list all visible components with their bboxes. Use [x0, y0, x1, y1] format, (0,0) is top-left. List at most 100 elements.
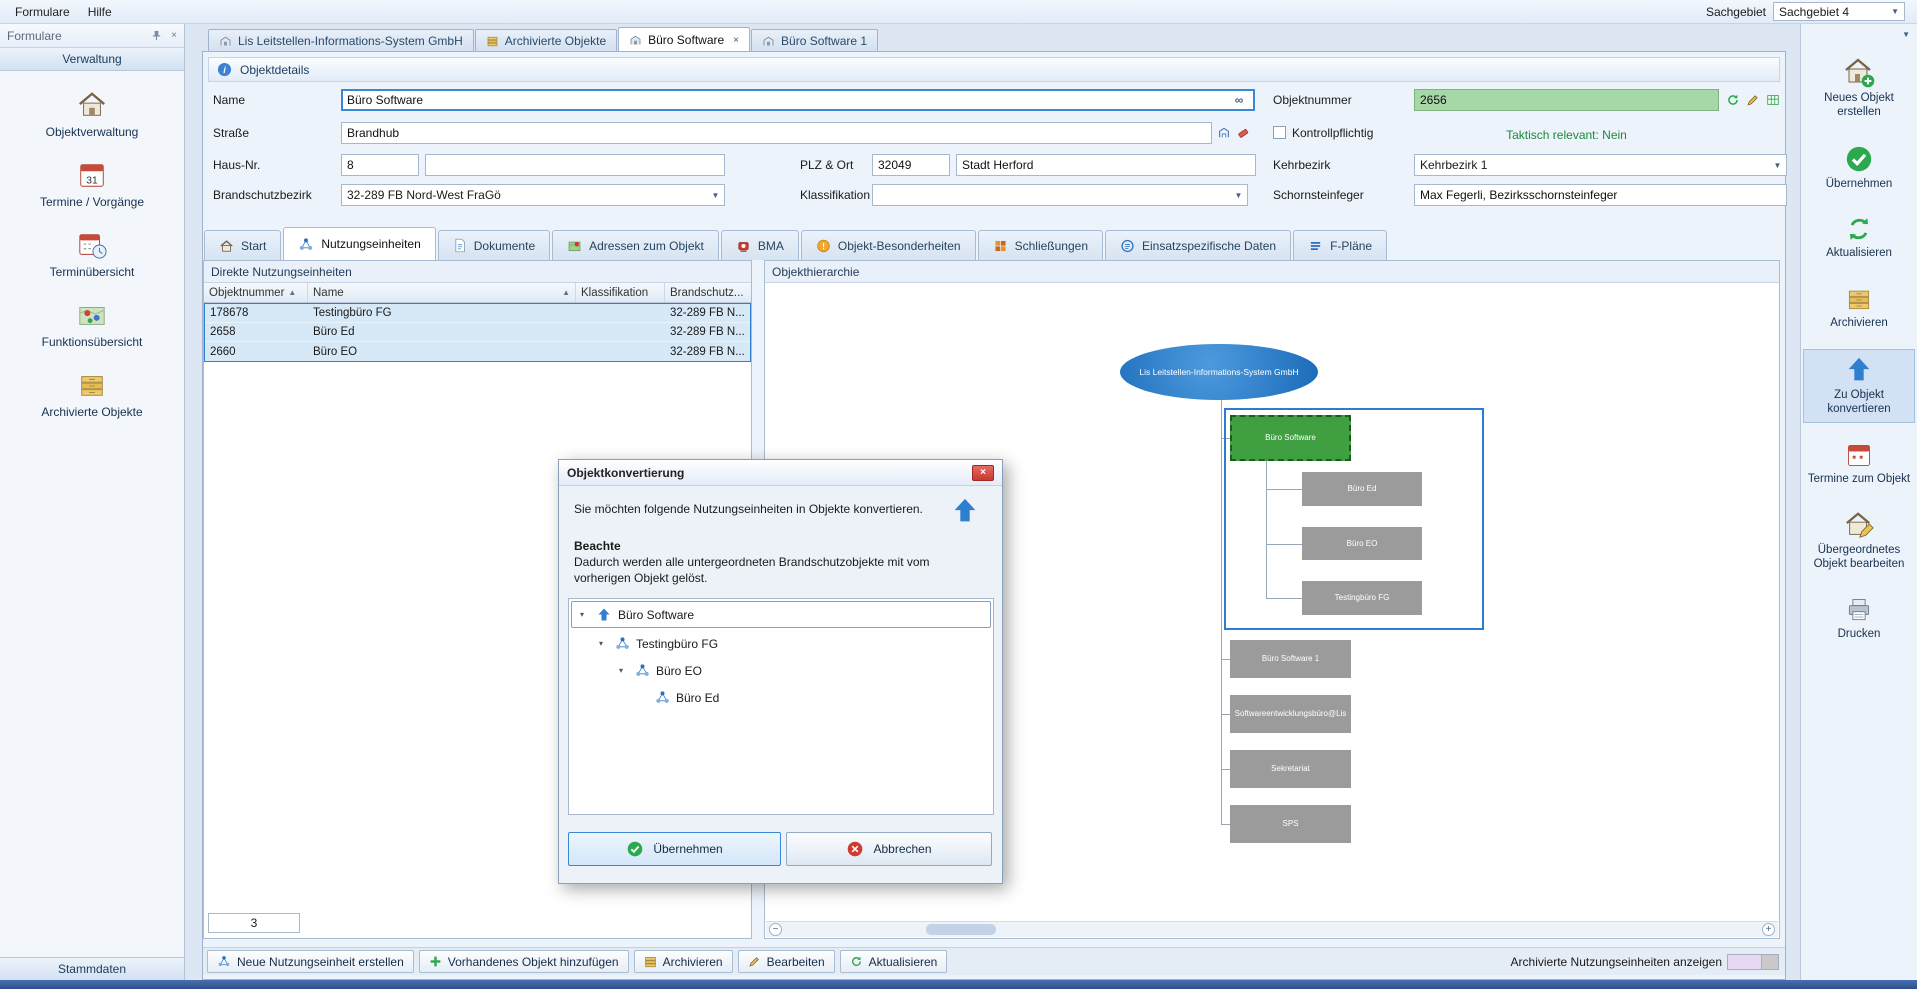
- schornsteinfeger-input[interactable]: [1414, 184, 1787, 206]
- action-neues-objekt[interactable]: Neues Objekt erstellen: [1803, 50, 1915, 126]
- table-row[interactable]: 2660 Büro EO 32-289 FB N...: [205, 342, 750, 361]
- action-uebergeordnetes-objekt[interactable]: Übergeordnetes Objekt bearbeiten: [1803, 504, 1915, 578]
- objektnummer-field[interactable]: [1414, 89, 1719, 111]
- action-aktualisieren[interactable]: Aktualisieren: [1803, 209, 1915, 267]
- window-bottom-edge: [0, 980, 1917, 989]
- root-node[interactable]: Lis Leitstellen-Informations-System GmbH: [1120, 344, 1318, 400]
- svg-text:31: 31: [86, 175, 98, 186]
- cancel-button[interactable]: Abbrechen: [786, 832, 992, 866]
- sibling-node[interactable]: Büro Software 1: [1230, 640, 1351, 678]
- action-archivieren[interactable]: Archivieren: [1803, 279, 1915, 337]
- hierarchy-scrollbar[interactable]: − +: [766, 921, 1778, 937]
- doctab-buero-software[interactable]: Büro Software ×: [618, 27, 750, 52]
- ort-input[interactable]: [956, 154, 1256, 176]
- sachgebiet-select[interactable]: Sachgebiet 4 ▼: [1773, 2, 1905, 21]
- doctab-buero-software-1[interactable]: Büro Software 1: [751, 29, 878, 52]
- child-node[interactable]: Büro EO: [1302, 527, 1422, 560]
- tab-start[interactable]: Start: [204, 230, 281, 260]
- pin-icon[interactable]: [151, 30, 162, 41]
- kontrollpflichtig-checkbox[interactable]: [1273, 126, 1286, 139]
- doctab-lis-gmbh[interactable]: Lis Leitstellen-Informations-System GmbH: [208, 29, 474, 52]
- action-drucken[interactable]: Drucken: [1803, 590, 1915, 648]
- expand-icon[interactable]: ▾: [580, 610, 590, 619]
- archive-button[interactable]: Archivieren: [634, 950, 733, 973]
- menubar-item-formulare[interactable]: Formulare: [6, 2, 79, 22]
- record-count: 3: [208, 913, 300, 933]
- network-icon: [298, 237, 314, 252]
- close-icon[interactable]: ×: [171, 30, 177, 41]
- column-header-name[interactable]: Name▲: [308, 283, 576, 302]
- sibling-node[interactable]: Softwareentwicklungsbüro@Lis: [1230, 695, 1351, 733]
- tree-row[interactable]: Büro Ed: [569, 684, 993, 711]
- sidebar-item-funktionsuebersicht[interactable]: Funktionsübersicht: [6, 296, 178, 353]
- tree-row[interactable]: ▾ Büro EO: [569, 657, 993, 684]
- new-unit-button[interactable]: Neue Nutzungseinheit erstellen: [207, 950, 414, 973]
- action-termine-zum-objekt[interactable]: Termine zum Objekt: [1803, 435, 1915, 493]
- scroll-thumb[interactable]: [926, 924, 996, 935]
- data-circle-icon: [1120, 239, 1135, 253]
- edit-icon[interactable]: [1744, 89, 1762, 111]
- kehrbezirk-select[interactable]: Kehrbezirk 1 ▼: [1414, 154, 1787, 176]
- edit-button[interactable]: Bearbeiten: [738, 950, 835, 973]
- add-existing-object-button[interactable]: Vorhandenes Objekt hinzufügen: [419, 950, 629, 973]
- table-row[interactable]: 178678 Testingbüro FG 32-289 FB N...: [205, 304, 750, 323]
- refresh-icon[interactable]: [1724, 89, 1742, 111]
- infinity-icon[interactable]: ∞: [1229, 89, 1249, 111]
- tab-objekt-besonderheiten[interactable]: ! Objekt-Besonderheiten: [801, 230, 976, 260]
- sidebar-item-archivierte-objekte[interactable]: Archivierte Objekte: [6, 366, 178, 423]
- action-zu-objekt-konvertieren[interactable]: Zu Objekt konvertieren: [1803, 349, 1915, 423]
- doctab-archivierte-objekte[interactable]: Archivierte Objekte: [475, 29, 617, 52]
- building-icon[interactable]: [1215, 122, 1233, 144]
- column-header-objektnummer[interactable]: Objektnummer▲: [204, 283, 308, 302]
- toggle-knob: [1761, 955, 1778, 969]
- expand-icon[interactable]: ▾: [619, 666, 629, 675]
- tab-schliessungen[interactable]: Schließungen: [978, 230, 1103, 260]
- dialog-titlebar[interactable]: Objektkonvertierung ×: [559, 460, 1002, 486]
- sidebar-footer-stammdaten[interactable]: Stammdaten: [0, 957, 184, 980]
- selected-node[interactable]: Büro Software: [1230, 415, 1351, 461]
- tab-bma[interactable]: BMA: [721, 230, 799, 260]
- sidebar-group-verwaltung[interactable]: Verwaltung: [0, 48, 184, 71]
- sidebar-item-objektverwaltung[interactable]: Objektverwaltung: [6, 86, 178, 143]
- connector-line: [1221, 714, 1230, 715]
- zoom-in-button[interactable]: +: [1762, 923, 1775, 936]
- column-header-brandschutz[interactable]: Brandschutz...: [665, 283, 749, 302]
- zoom-out-button[interactable]: −: [769, 923, 782, 936]
- refresh-button[interactable]: Aktualisieren: [840, 950, 948, 973]
- menubar-item-hilfe[interactable]: Hilfe: [79, 2, 121, 22]
- tab-einsatzspezifische-daten[interactable]: Einsatzspezifische Daten: [1105, 230, 1291, 260]
- tab-adressen[interactable]: Adressen zum Objekt: [552, 230, 719, 260]
- expand-icon[interactable]: ▾: [599, 639, 609, 648]
- tab-dokumente[interactable]: Dokumente: [438, 230, 550, 260]
- brandschutzbezirk-select[interactable]: 32-289 FB Nord-West FraGö ▼: [341, 184, 725, 206]
- hausnr-input[interactable]: [341, 154, 419, 176]
- dialog-close-button[interactable]: ×: [972, 465, 994, 481]
- strasse-input[interactable]: [341, 122, 1212, 144]
- tree-row[interactable]: ▾ Testingbüro FG: [569, 630, 993, 657]
- child-node[interactable]: Büro Ed: [1302, 472, 1422, 506]
- sidebar-item-terminuebersicht[interactable]: Terminübersicht: [6, 226, 178, 283]
- table-row[interactable]: 2658 Büro Ed 32-289 FB N...: [205, 323, 750, 342]
- sibling-node[interactable]: SPS: [1230, 805, 1351, 843]
- tab-nutzungseinheiten[interactable]: Nutzungseinheiten: [283, 227, 435, 260]
- action-uebernehmen[interactable]: Übernehmen: [1803, 138, 1915, 198]
- scroll-track[interactable]: [786, 924, 1758, 935]
- column-header-klassifikation[interactable]: Klassifikation: [576, 283, 665, 302]
- name-input[interactable]: [341, 89, 1255, 111]
- tab-f-plaene[interactable]: F-Pläne: [1293, 230, 1387, 260]
- sibling-node[interactable]: Sekretariat: [1230, 750, 1351, 788]
- grid-icon[interactable]: [1764, 89, 1782, 111]
- plz-input[interactable]: [872, 154, 950, 176]
- child-node[interactable]: Testingbüro FG: [1302, 581, 1422, 615]
- hausnr-zusatz-input[interactable]: [425, 154, 725, 176]
- clear-icon[interactable]: [1234, 122, 1252, 144]
- sidebar-item-termine-vorgaenge[interactable]: 31 Termine / Vorgänge: [6, 156, 178, 213]
- ok-button[interactable]: Übernehmen: [568, 832, 781, 866]
- klassifikation-select[interactable]: ▼: [872, 184, 1248, 206]
- tree-row[interactable]: ▾ Büro Software: [571, 601, 991, 628]
- klassifikation-label: Klassifikation: [800, 184, 870, 206]
- chevron-down-icon[interactable]: ▼: [1902, 30, 1910, 39]
- house-plus-icon: [1843, 56, 1875, 88]
- archived-toggle[interactable]: [1727, 954, 1779, 970]
- tab-close-icon[interactable]: ×: [733, 35, 739, 46]
